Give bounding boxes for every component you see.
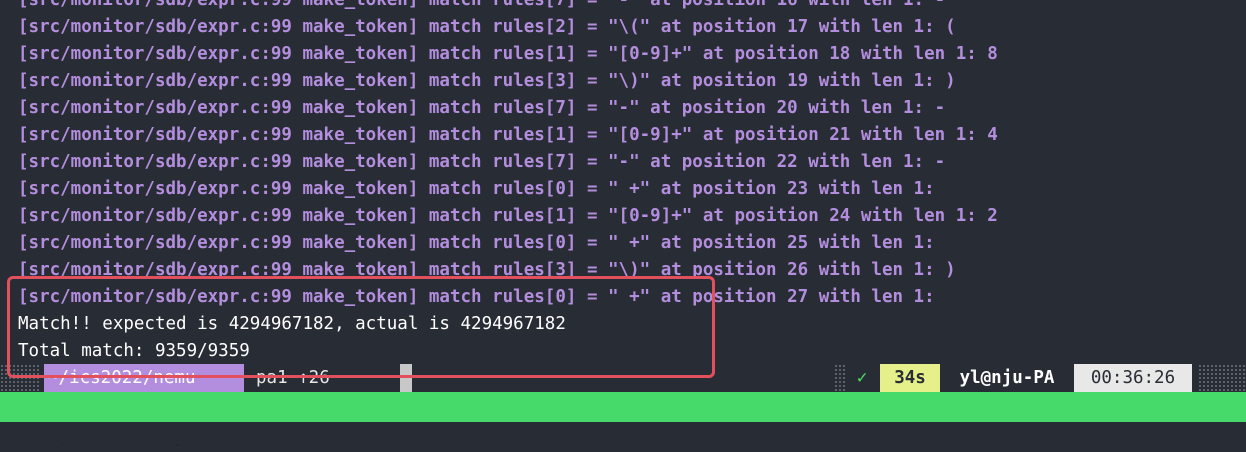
log-line: [src/monitor/sdb/expr.c:99 make_token] m… (18, 152, 946, 172)
log-line: [src/monitor/sdb/expr.c:99 make_token] m… (18, 17, 956, 37)
prompt-filler-right (834, 364, 846, 392)
prompt-git-branch: pa1 ↑26 (256, 368, 330, 388)
match-result-line: Match!! expected is 4294967182, actual i… (18, 314, 566, 334)
log-line: [src/monitor/sdb/expr.c:99 make_token] m… (18, 44, 998, 64)
prompt-filler-end (1198, 364, 1246, 392)
log-line: [src/monitor/sdb/expr.c:99 make_token] m… (18, 0, 946, 10)
prompt-filler-left (0, 364, 40, 392)
status-check-icon: ✓ (846, 364, 878, 392)
total-match-line: Total match: 9359/9359 (18, 341, 250, 361)
bottom-strip (0, 422, 1246, 444)
prompt-clock: 00:36:26 (1074, 364, 1192, 392)
log-line: [src/monitor/sdb/expr.c:99 make_token] m… (18, 287, 935, 307)
log-line: [src/monitor/sdb/expr.c:99 make_token] m… (18, 98, 946, 118)
log-line: [src/monitor/sdb/expr.c:99 make_token] m… (18, 206, 998, 226)
log-line: [src/monitor/sdb/expr.c:99 make_token] m… (18, 260, 956, 280)
text-cursor[interactable] (400, 364, 412, 392)
log-line: [src/monitor/sdb/expr.c:99 make_token] m… (18, 179, 935, 199)
log-line: [src/monitor/sdb/expr.c:99 make_token] m… (18, 233, 935, 253)
prompt-directory: ~/ics2022/nemu (44, 364, 244, 392)
log-line: [src/monitor/sdb/expr.c:99 make_token] m… (18, 125, 998, 145)
log-line: [src/monitor/sdb/expr.c:99 make_token] m… (18, 71, 956, 91)
terminal-window[interactable]: [src/monitor/sdb/expr.c:99 make_token] m… (0, 0, 1246, 392)
command-duration: 34s (880, 364, 940, 392)
user-host: yl@nju-PA (944, 364, 1070, 392)
shell-prompt: ~/ics2022/nemu pa1 ↑26 ✓ 34s yl@nju-PA 0… (0, 364, 1246, 392)
tmux-status-bar[interactable]: [2] 0:zsh* 1:yazi- (0, 392, 1246, 447)
